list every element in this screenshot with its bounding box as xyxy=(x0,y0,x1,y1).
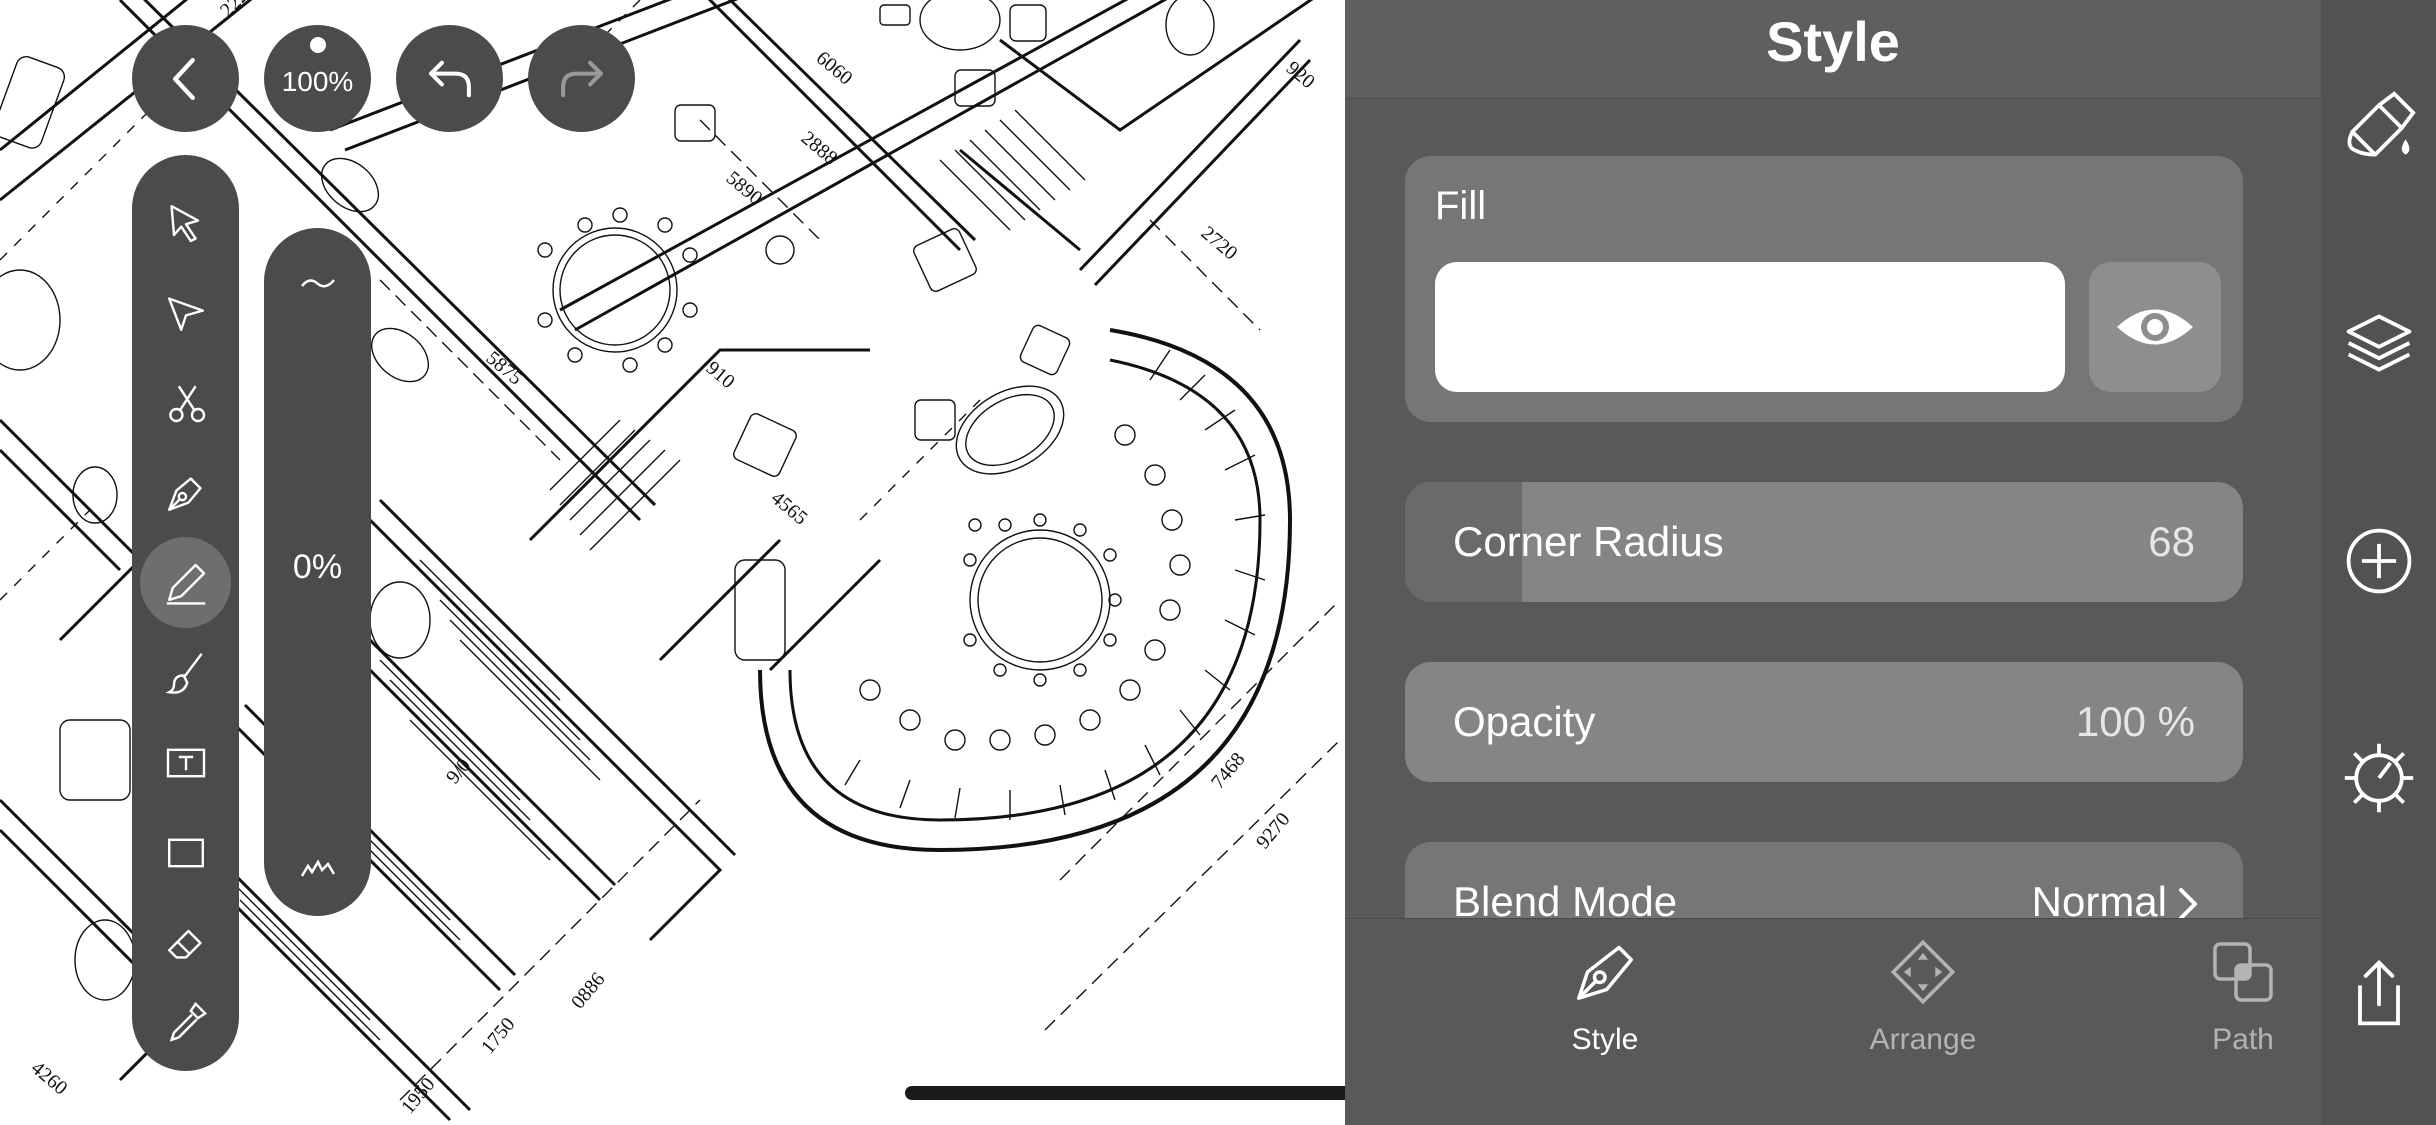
scissors-tool[interactable] xyxy=(140,357,231,448)
back-button[interactable] xyxy=(132,25,239,132)
stroke-slider[interactable]: 0% xyxy=(264,228,371,916)
eraser-tool[interactable] xyxy=(140,897,231,988)
undo-button[interactable] xyxy=(396,25,503,132)
fill-label: Fill xyxy=(1435,184,1487,228)
dim-label: 4565 xyxy=(767,487,812,530)
panel-title: Style xyxy=(1766,10,1900,73)
path-squares-icon xyxy=(2213,942,2273,1002)
text-box-icon xyxy=(166,748,205,777)
rough-curve-icon xyxy=(300,859,336,877)
zoom-button[interactable]: 100% xyxy=(264,25,371,132)
opacity-slider[interactable]: Opacity 100 % xyxy=(1405,662,2243,782)
fill-color-swatch[interactable] xyxy=(1435,262,2065,392)
redo-arrow-icon xyxy=(560,60,603,97)
pen-nib-icon xyxy=(167,476,202,511)
brush-tool[interactable] xyxy=(140,627,231,718)
drawing-canvas[interactable]: 2225 6060 920 2888 5890 2720 5875 910 45… xyxy=(0,0,1345,1125)
panel-header: Style xyxy=(1345,0,2321,99)
add-circle-icon[interactable] xyxy=(2341,523,2417,599)
layers-icon[interactable] xyxy=(2341,305,2417,381)
direct-select-tool[interactable] xyxy=(140,267,231,358)
dim-label: 9270 xyxy=(1252,808,1295,853)
dim-label: 0886 xyxy=(567,968,610,1013)
fill-visibility-button[interactable] xyxy=(2089,262,2221,392)
redo-button[interactable] xyxy=(528,25,635,132)
opacity-value: 100 % xyxy=(2075,698,2195,745)
dim-label: 5890 xyxy=(722,167,767,210)
smooth-curve-icon xyxy=(301,279,335,288)
direct-select-icon xyxy=(167,296,204,331)
eyedropper-tool[interactable] xyxy=(140,977,231,1068)
corner-radius-slider[interactable]: Corner Radius 68 xyxy=(1405,482,2243,602)
tab-style-label: Style xyxy=(1571,1023,1639,1056)
undo-arrow-icon xyxy=(428,60,471,97)
text-tool[interactable] xyxy=(140,717,231,808)
tab-path-label: Path xyxy=(2212,1023,2274,1056)
style-panel: Style Fill Corner Radius 68 Opacity 100 … xyxy=(1345,0,2321,1125)
scissors-icon xyxy=(168,385,205,422)
settings-gear-icon[interactable] xyxy=(2341,740,2417,816)
dim-label: 1950 xyxy=(397,1073,440,1118)
dim-label: 4260 xyxy=(27,1057,72,1100)
right-rail xyxy=(2321,0,2436,1125)
pencil-tool[interactable] xyxy=(140,537,231,628)
tab-path[interactable]: Path xyxy=(2143,937,2321,1057)
tab-arrange[interactable]: Arrange xyxy=(1823,937,2023,1057)
stroke-slider-value: 0% xyxy=(292,548,343,586)
zoom-indicator-dot xyxy=(309,37,326,53)
select-arrow-icon xyxy=(169,204,199,242)
pen-nib-icon xyxy=(1577,945,1633,1000)
pencil-icon xyxy=(166,563,205,605)
fill-card: Fill xyxy=(1405,156,2243,422)
arrange-diamond-icon xyxy=(1890,939,1956,1005)
zoom-label: 100% xyxy=(281,65,354,97)
dim-label: 920 xyxy=(1282,57,1319,93)
share-icon[interactable] xyxy=(2341,955,2417,1031)
dim-label: 1750 xyxy=(477,1013,520,1058)
dim-label: 2720 xyxy=(1197,222,1242,265)
dim-label: 2225 xyxy=(216,0,260,22)
eye-icon xyxy=(2117,309,2193,345)
corner-radius-value: 68 xyxy=(2148,518,2195,565)
opacity-label: Opacity xyxy=(1453,698,1596,745)
eraser-icon xyxy=(167,929,202,959)
home-indicator[interactable] xyxy=(905,1086,1345,1100)
tool-palette xyxy=(132,155,239,1071)
corner-radius-label: Corner Radius xyxy=(1453,518,1724,565)
tab-style[interactable]: Style xyxy=(1505,937,1705,1057)
select-tool[interactable] xyxy=(140,177,231,268)
eyedropper-icon xyxy=(169,1001,207,1042)
rectangle-tool[interactable] xyxy=(140,807,231,898)
brush-icon xyxy=(164,652,203,694)
dim-label: 2888 xyxy=(797,127,842,170)
chevron-right-icon xyxy=(2179,888,2197,920)
tab-bar: Style Arrange Path xyxy=(1345,918,2321,1125)
paint-brush-icon[interactable] xyxy=(2341,90,2417,166)
rectangle-icon xyxy=(167,838,204,867)
tab-arrange-label: Arrange xyxy=(1869,1023,1977,1056)
pen-tool[interactable] xyxy=(140,447,231,538)
chevron-left-icon xyxy=(172,57,195,100)
dim-label: 6060 xyxy=(812,47,857,90)
